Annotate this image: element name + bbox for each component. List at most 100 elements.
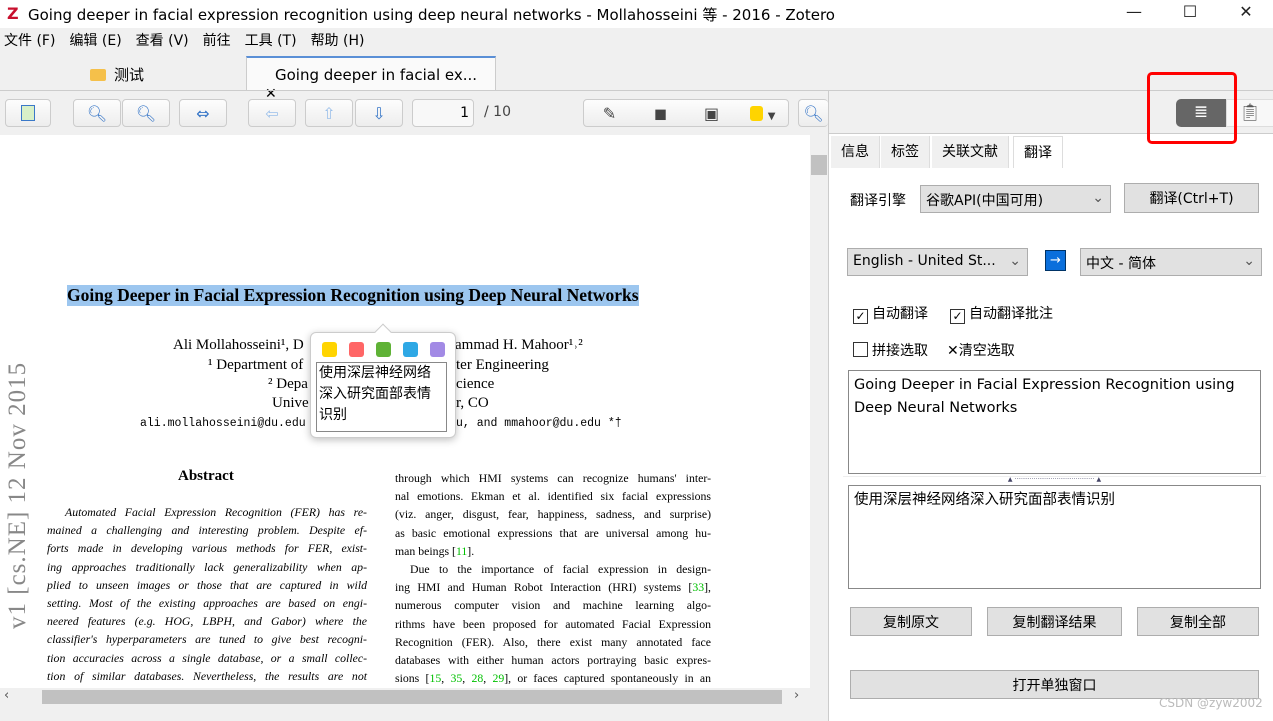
scroll-right-icon[interactable]: › bbox=[794, 688, 799, 703]
previous-page-button[interactable]: ⇧ bbox=[305, 99, 353, 127]
menu-go[interactable]: 前往 bbox=[203, 33, 231, 49]
title-bar: Z Going deeper in facial expression reco… bbox=[0, 0, 1273, 28]
text-line: classifier's hyperparameters are tuned t… bbox=[47, 632, 367, 647]
tab-reader[interactable]: Going deeper in facial ex... ✕ bbox=[246, 56, 496, 102]
fit-width-button[interactable]: ⇔ bbox=[179, 99, 227, 127]
text-line: nal emotions. Ekman et al. identified si… bbox=[395, 489, 711, 504]
status-strip bbox=[0, 706, 828, 721]
text-line: tion of similar databases. Nevertheless,… bbox=[47, 668, 367, 683]
scroll-thumb[interactable] bbox=[42, 690, 782, 704]
affiliation-2-left: ² Depa bbox=[268, 376, 308, 392]
translate-button[interactable]: 翻译(Ctrl+T) bbox=[1124, 183, 1259, 213]
result-text-area[interactable]: 使用深层神经网络深入研究面部表情识别 bbox=[848, 485, 1261, 589]
source-language-value: English - United St... bbox=[853, 253, 996, 269]
pane-toolbar: ≣ 📋︎ bbox=[829, 72, 1273, 144]
item-pane: ≣ 📋︎ 信息 标签 关联文献 翻译 翻译引擎 谷歌API(中国可用) ⌄ 翻译(… bbox=[828, 72, 1273, 721]
text-line: tion accuracies across a single database… bbox=[47, 650, 367, 665]
minimize-button[interactable]: — bbox=[1114, 2, 1154, 26]
vertical-scrollbar[interactable] bbox=[810, 135, 828, 688]
tab-tags[interactable]: 标签 bbox=[881, 136, 930, 168]
text-line: Due to the importance of facial expressi… bbox=[410, 562, 711, 577]
source-language-select[interactable]: English - United St... ⌄ bbox=[847, 248, 1028, 276]
target-language-value: 中文 - 简体 bbox=[1086, 256, 1156, 272]
introduction-body: through which HMI systems can recognize … bbox=[395, 469, 711, 688]
paper-title-highlighted[interactable]: Going Deeper in Facial Expression Recogn… bbox=[67, 285, 639, 306]
authors-right: ammad H. Mahoor¹˒² bbox=[455, 337, 583, 353]
folder-icon bbox=[90, 69, 106, 81]
text-line: forts made in developing various methods… bbox=[47, 541, 367, 556]
source-text-area[interactable]: Going Deeper in Facial Expression Recogn… bbox=[848, 370, 1261, 474]
chevron-down-icon: ▼ bbox=[767, 110, 776, 122]
popup-translation-text[interactable]: 使用深层神经网络深入研究面部表情识别 bbox=[316, 362, 447, 432]
tab-info[interactable]: 信息 bbox=[831, 136, 880, 168]
highlight-tool-icon[interactable]: ✎ bbox=[584, 104, 635, 123]
search-icon: 🔍︎ bbox=[803, 103, 824, 123]
menu-help[interactable]: 帮助 (H) bbox=[311, 33, 365, 49]
concat-select-checkbox[interactable]: 拼接选取 bbox=[853, 340, 928, 360]
horizontal-scrollbar[interactable]: ‹ › bbox=[0, 688, 810, 706]
engine-select[interactable]: 谷歌API(中国可用) ⌄ bbox=[920, 185, 1111, 213]
tab-related[interactable]: 关联文献 bbox=[932, 136, 1009, 168]
open-window-button[interactable]: 打开单独窗口 bbox=[850, 670, 1259, 699]
auto-translate-annotation-checkbox[interactable]: ✓ 自动翻译批注 bbox=[950, 303, 1053, 324]
clear-selection-button[interactable]: ✕清空选取 bbox=[947, 340, 1015, 360]
back-button[interactable]: ⇦ bbox=[248, 99, 296, 127]
note-tool-icon[interactable]: ◼ bbox=[635, 104, 686, 123]
arrow-up-icon: ⇧ bbox=[322, 103, 336, 123]
copy-source-button[interactable]: 复制原文 bbox=[850, 607, 972, 636]
page-total: / 10 bbox=[484, 104, 511, 120]
chevron-down-icon: ⌄ bbox=[1243, 253, 1255, 269]
selection-popup: 使用深层神经网络深入研究面部表情识别 bbox=[310, 323, 456, 438]
zoom-in-button[interactable]: 🔍︎ bbox=[122, 99, 170, 127]
engine-label: 翻译引擎 bbox=[850, 193, 906, 209]
auto-translate-checkbox[interactable]: ✓ 自动翻译 bbox=[853, 303, 928, 324]
text-line: numerous computer vision and machine lea… bbox=[395, 598, 711, 613]
splitter-handle[interactable]: ▲ ······································… bbox=[843, 476, 1266, 483]
color-green-button[interactable] bbox=[376, 342, 391, 357]
color-blue-button[interactable] bbox=[403, 342, 418, 357]
menu-file[interactable]: 文件 (F) bbox=[4, 33, 55, 49]
close-button[interactable]: ✕ bbox=[1226, 2, 1266, 26]
abstract-heading: Abstract bbox=[178, 468, 234, 484]
checkbox-checked-icon: ✓ bbox=[853, 309, 868, 324]
affiliation-3-right: r, CO bbox=[456, 395, 489, 411]
search-button[interactable]: 🔍︎ bbox=[798, 99, 828, 127]
scroll-thumb[interactable] bbox=[811, 155, 827, 175]
color-red-button[interactable] bbox=[349, 342, 364, 357]
zoom-out-button[interactable]: 🔍︎ bbox=[73, 99, 121, 127]
maximize-button[interactable]: ☐ bbox=[1170, 2, 1210, 26]
zotero-logo: Z bbox=[7, 4, 19, 23]
area-tool-icon[interactable]: ▣ bbox=[686, 104, 737, 123]
page-number-input[interactable]: 1 bbox=[412, 99, 474, 127]
text-line: mained a challenging and interesting pro… bbox=[47, 523, 367, 538]
toggle-sidebar-button[interactable] bbox=[5, 99, 51, 127]
chevron-down-icon: ⌄ bbox=[1092, 190, 1104, 206]
copy-result-button[interactable]: 复制翻译结果 bbox=[987, 607, 1122, 636]
zoom-in-icon: 🔍︎ bbox=[135, 103, 157, 123]
affiliation-1-left: ¹ Department of bbox=[208, 357, 304, 373]
text-line: Automated Facial Expression Recognition … bbox=[65, 505, 367, 519]
color-picker-button[interactable]: ▼ bbox=[737, 104, 788, 123]
next-page-button[interactable]: ⇩ bbox=[355, 99, 403, 127]
tab-translate[interactable]: 翻译 bbox=[1013, 136, 1063, 168]
checkbox-label: 自动翻译批注 bbox=[969, 306, 1053, 322]
red-highlight-box bbox=[1147, 72, 1237, 144]
arxiv-side-label: v1 [cs.NE] 12 Nov 2015 bbox=[4, 361, 31, 629]
checkbox-checked-icon: ✓ bbox=[950, 309, 965, 324]
tab-library[interactable]: 测试 bbox=[80, 56, 245, 90]
menu-tools[interactable]: 工具 (T) bbox=[245, 33, 297, 49]
swap-languages-button[interactable]: → bbox=[1045, 250, 1066, 271]
target-language-select[interactable]: 中文 - 简体 ⌄ bbox=[1080, 248, 1262, 276]
window-title: Going deeper in facial expression recogn… bbox=[28, 6, 835, 24]
arrow-down-icon: ⇩ bbox=[372, 103, 386, 123]
color-yellow-button[interactable] bbox=[322, 342, 337, 357]
color-purple-button[interactable] bbox=[430, 342, 445, 357]
copy-all-button[interactable]: 复制全部 bbox=[1137, 607, 1259, 636]
color-swatch bbox=[749, 105, 763, 121]
menu-edit[interactable]: 编辑 (E) bbox=[69, 33, 121, 49]
text-line: databases with either human actors portr… bbox=[395, 653, 711, 668]
checkbox-unchecked-icon bbox=[853, 342, 868, 357]
text-line: neered features (e.g. HOG, LBPH, and Gab… bbox=[47, 614, 367, 629]
menu-view[interactable]: 查看 (V) bbox=[136, 33, 189, 49]
scroll-left-icon[interactable]: ‹ bbox=[4, 688, 9, 703]
